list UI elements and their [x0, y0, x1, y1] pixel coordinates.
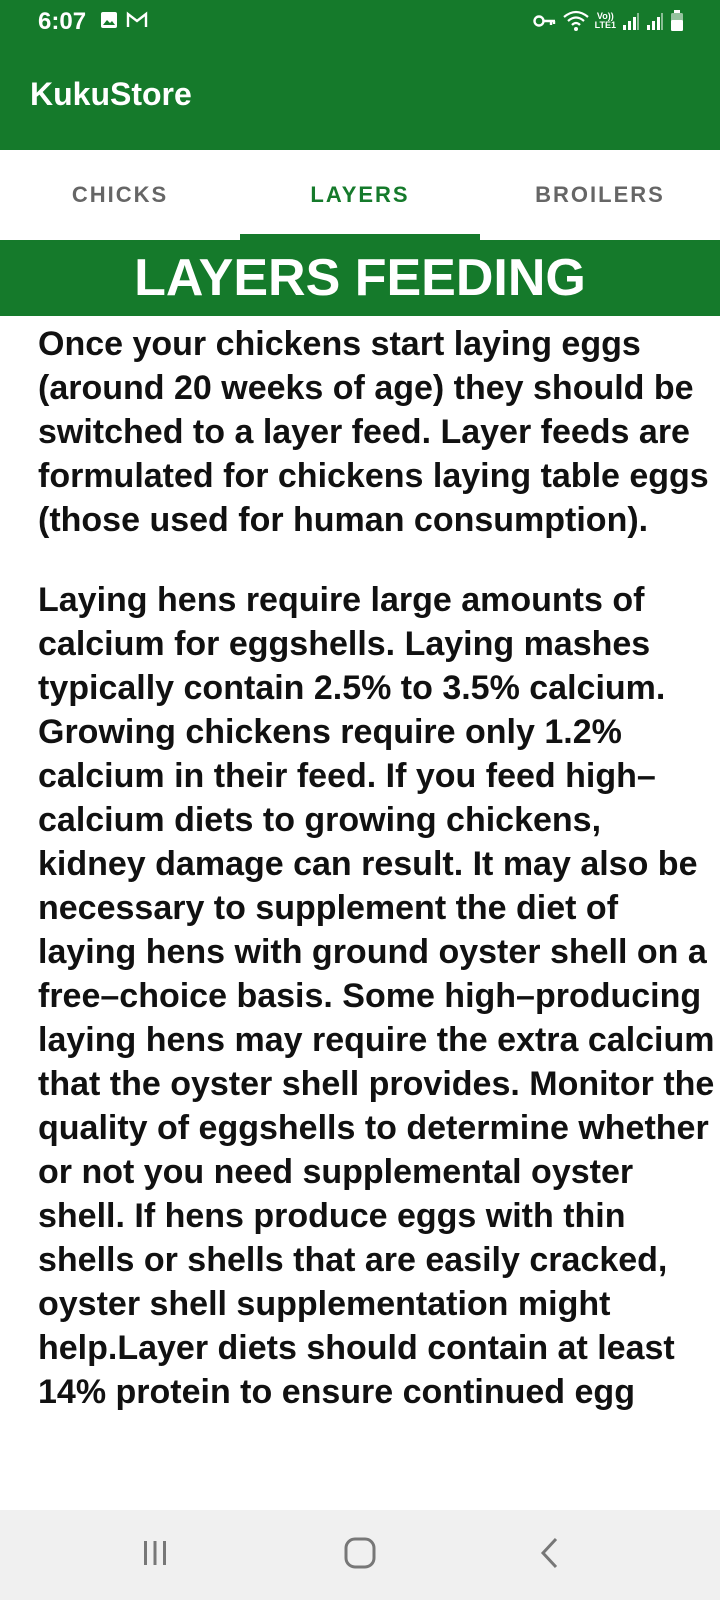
status-bar: 6:07 Vo)) LTE1 [0, 0, 720, 46]
tab-bar: CHICKS LAYERS BROILERS [0, 150, 720, 240]
vpn-key-icon [532, 13, 557, 29]
status-left-icons [100, 11, 148, 29]
back-button[interactable] [490, 1510, 610, 1600]
back-icon [538, 1536, 562, 1575]
article-paragraph: Once your chickens start laying eggs (ar… [38, 325, 709, 539]
lte-label-bottom: LTE1 [594, 20, 616, 30]
app-title: KukuStore [30, 76, 192, 112]
tab-layers[interactable]: LAYERS [240, 150, 480, 240]
home-button[interactable] [300, 1510, 420, 1600]
status-right-icons: Vo)) LTE1 [532, 10, 684, 32]
tab-broilers[interactable]: BROILERS [480, 150, 720, 240]
lte-indicator: Vo)) LTE1 [595, 12, 616, 30]
gmail-icon [126, 11, 148, 29]
home-icon [343, 1536, 377, 1575]
article-paragraph: Laying hens require large amounts of cal… [38, 581, 715, 1411]
signal-icon [622, 11, 640, 31]
battery-icon [670, 10, 684, 32]
recent-apps-icon [140, 1538, 170, 1573]
app-bar: KukuStore [0, 46, 720, 150]
wifi-icon [562, 10, 589, 32]
image-icon [100, 11, 118, 29]
tab-chicks[interactable]: CHICKS [0, 150, 240, 240]
status-time: 6:07 [38, 8, 87, 35]
recent-apps-button[interactable] [95, 1510, 215, 1600]
article-content[interactable]: Once your chickens start laying eggs (ar… [38, 322, 718, 1510]
section-heading: LAYERS FEEDING [0, 240, 720, 316]
system-nav-bar [0, 1510, 720, 1600]
signal-icon [646, 11, 664, 31]
